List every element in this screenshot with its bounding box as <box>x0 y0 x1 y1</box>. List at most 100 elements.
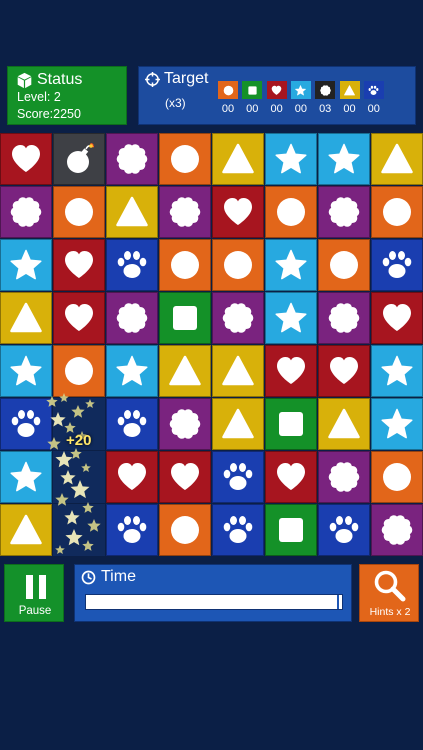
circle-tile[interactable] <box>371 186 423 238</box>
triangle-tile[interactable] <box>371 133 423 185</box>
triangle-icon <box>222 143 254 174</box>
flower-tile[interactable] <box>318 451 370 503</box>
heart-icon <box>118 463 146 490</box>
star-icon <box>275 143 307 174</box>
circle-icon <box>65 198 93 226</box>
star-tile[interactable] <box>371 398 423 450</box>
star-tile[interactable] <box>371 345 423 397</box>
triangle-tile[interactable] <box>212 133 264 185</box>
circle-icon <box>171 145 199 173</box>
triangle-tile[interactable] <box>0 292 52 344</box>
pause-button[interactable]: Pause <box>4 564 64 622</box>
star-tile[interactable] <box>265 292 317 344</box>
sparkle-star <box>59 393 69 402</box>
triangle-icon <box>339 81 360 99</box>
triangle-icon <box>381 143 413 174</box>
circle-tile[interactable] <box>371 451 423 503</box>
flower-tile[interactable] <box>318 292 370 344</box>
star-icon <box>381 355 413 386</box>
circle-icon <box>383 198 411 226</box>
sparkle-star <box>60 470 76 485</box>
heart-icon <box>65 304 93 331</box>
star-tile[interactable] <box>265 133 317 185</box>
flower-tile[interactable] <box>318 186 370 238</box>
flower-icon <box>10 197 42 227</box>
sparkle-star <box>55 545 65 554</box>
bomb-tile[interactable] <box>53 133 105 185</box>
triangle-tile[interactable] <box>212 345 264 397</box>
square-tile[interactable] <box>265 504 317 556</box>
heart-tile[interactable] <box>265 451 317 503</box>
circle-icon <box>224 251 252 279</box>
paw-tile[interactable] <box>212 451 264 503</box>
sparkle-star <box>64 510 80 525</box>
target-count: 00 <box>343 103 356 115</box>
heart-tile[interactable] <box>53 292 105 344</box>
flower-tile[interactable] <box>159 186 211 238</box>
paw-tile[interactable] <box>212 504 264 556</box>
sparkle-star <box>82 540 94 551</box>
target-item-star: 00 <box>290 81 311 115</box>
flower-icon <box>222 303 254 333</box>
score-text: Score:2250 <box>17 107 81 121</box>
triangle-icon <box>222 408 254 439</box>
heart-tile[interactable] <box>371 292 423 344</box>
time-header: Time <box>81 568 136 586</box>
flower-icon <box>169 197 201 227</box>
triangle-tile[interactable] <box>106 186 158 238</box>
triangle-tile[interactable] <box>159 345 211 397</box>
hints-button[interactable]: Hints x 2 <box>359 564 419 622</box>
pause-icon <box>26 575 46 599</box>
paw-tile[interactable] <box>371 239 423 291</box>
paw-tile[interactable] <box>106 239 158 291</box>
flower-tile[interactable] <box>106 133 158 185</box>
square-tile[interactable] <box>265 398 317 450</box>
circle-tile[interactable] <box>159 239 211 291</box>
flower-tile[interactable] <box>0 186 52 238</box>
heart-tile[interactable] <box>53 239 105 291</box>
circle-tile[interactable] <box>159 133 211 185</box>
target-count: 03 <box>319 103 332 115</box>
flower-icon <box>116 303 148 333</box>
flower-tile[interactable] <box>106 292 158 344</box>
level-text: Level: 2 <box>17 90 61 104</box>
flower-tile[interactable] <box>159 398 211 450</box>
square-tile[interactable] <box>159 292 211 344</box>
time-progress-fill <box>86 595 340 609</box>
paw-tile[interactable] <box>318 504 370 556</box>
cube-icon <box>17 72 32 88</box>
sparkle-star <box>87 519 101 532</box>
sparkle-star <box>50 412 66 427</box>
circle-tile[interactable] <box>53 186 105 238</box>
square-icon <box>279 518 303 542</box>
heart-icon <box>277 463 305 490</box>
flower-icon <box>169 409 201 439</box>
target-item-paw: 00 <box>363 81 384 115</box>
target-multiplier: (x3) <box>165 96 186 110</box>
circle-icon <box>383 463 411 491</box>
sparkle-star <box>71 405 85 418</box>
heart-icon <box>330 357 358 384</box>
circle-tile[interactable] <box>318 239 370 291</box>
heart-tile[interactable] <box>159 451 211 503</box>
triangle-tile[interactable] <box>318 398 370 450</box>
star-tile[interactable] <box>265 239 317 291</box>
sparkle-star <box>55 451 73 468</box>
circle-tile[interactable] <box>159 504 211 556</box>
triangle-tile[interactable] <box>212 398 264 450</box>
flower-tile[interactable] <box>212 292 264 344</box>
star-icon <box>328 143 360 174</box>
circle-tile[interactable] <box>212 239 264 291</box>
status-title: Status <box>37 71 83 88</box>
time-progress-bar <box>85 594 343 610</box>
heart-tile[interactable] <box>318 345 370 397</box>
target-item-flower: 03 <box>315 81 336 115</box>
flower-tile[interactable] <box>371 504 423 556</box>
star-tile[interactable] <box>318 133 370 185</box>
heart-tile[interactable] <box>212 186 264 238</box>
star-tile[interactable] <box>0 239 52 291</box>
heart-tile[interactable] <box>265 345 317 397</box>
target-item-triangle: 00 <box>339 81 360 115</box>
heart-tile[interactable] <box>0 133 52 185</box>
circle-tile[interactable] <box>265 186 317 238</box>
